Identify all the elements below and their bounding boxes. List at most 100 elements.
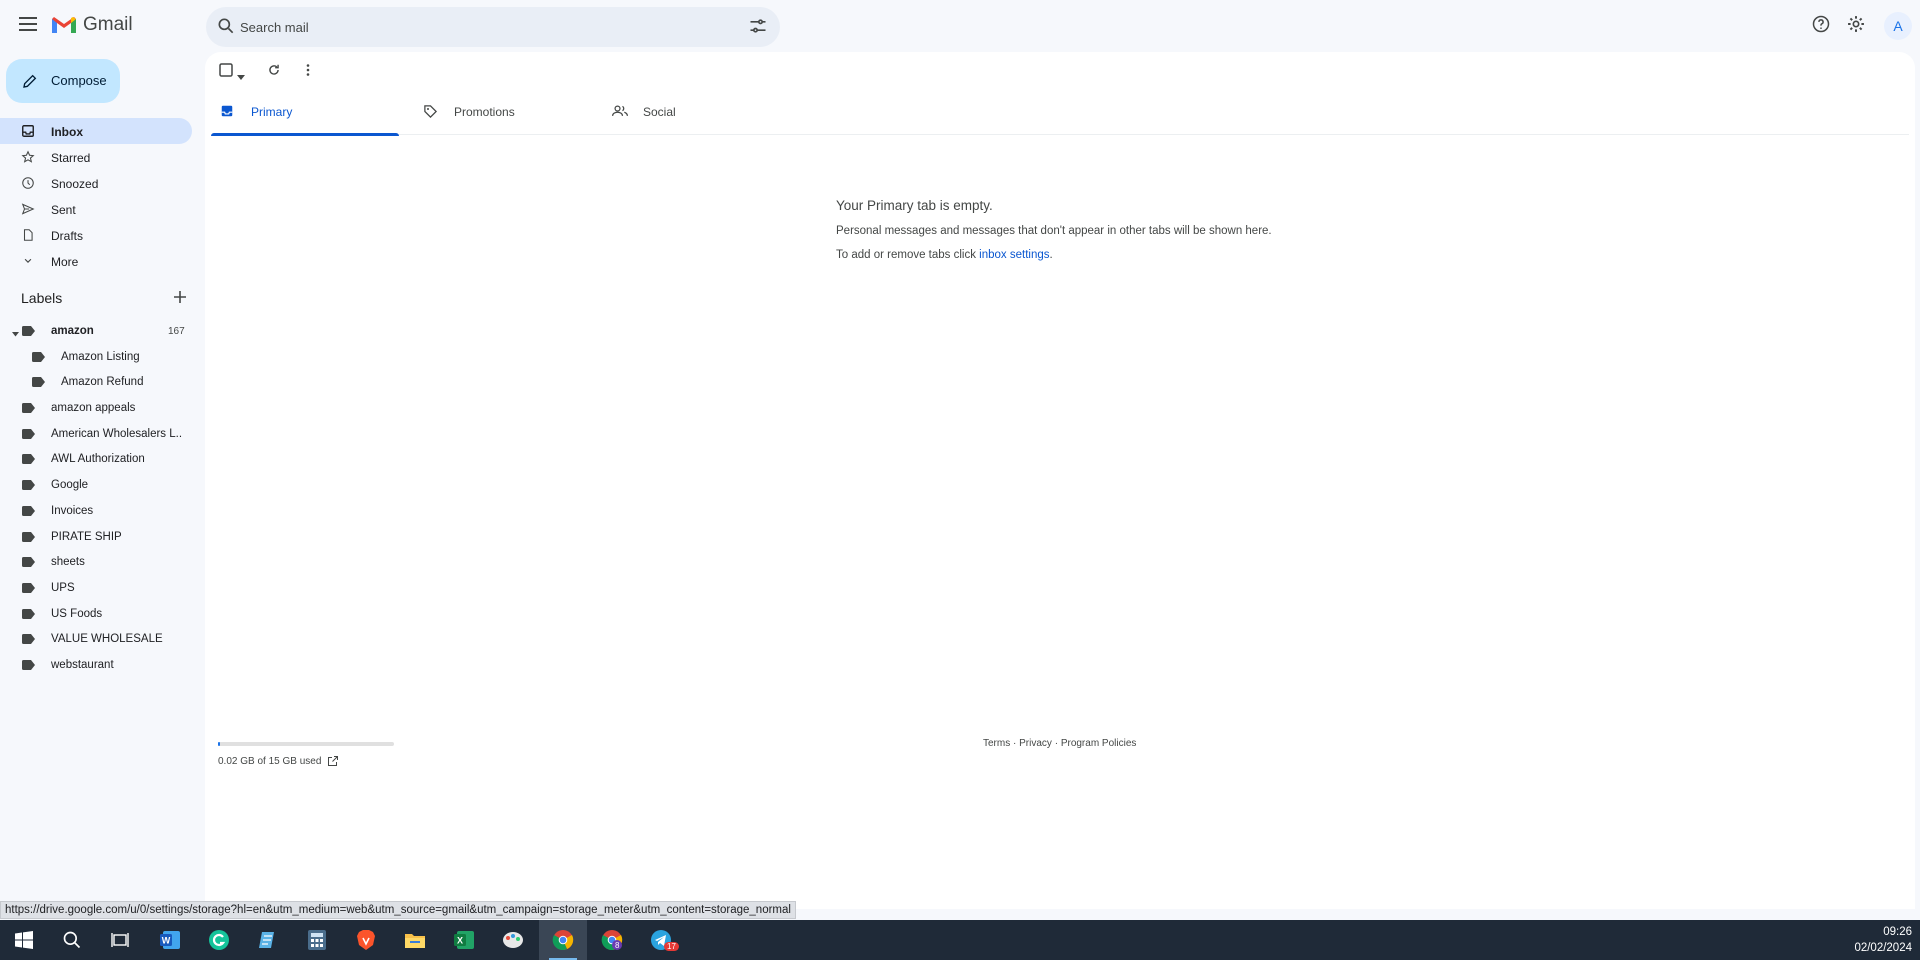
label-tag-icon: [22, 634, 35, 647]
tab-label: Social: [643, 105, 676, 119]
footer-separator: ·: [1051, 738, 1061, 749]
sidebar-item-drafts[interactable]: Drafts: [0, 222, 192, 248]
label-tag-icon: [22, 531, 35, 545]
label-item[interactable]: PIRATE SHIP: [0, 524, 192, 550]
search-icon[interactable]: [216, 16, 236, 41]
sidebar-item-more[interactable]: More: [0, 248, 192, 274]
inbox-tabs: Primary Promotions Social: [211, 90, 1909, 136]
main-menu-icon[interactable]: [16, 12, 40, 36]
brave-icon[interactable]: [342, 920, 390, 960]
word-icon[interactable]: W: [146, 920, 194, 960]
label-item[interactable]: UPS: [0, 575, 192, 601]
label-text: Google: [51, 479, 89, 492]
sidebar-item-inbox[interactable]: Inbox: [0, 118, 192, 144]
file-explorer-icon[interactable]: [391, 920, 439, 960]
labels-heading: Labels: [21, 290, 63, 306]
sidebar-item-snoozed[interactable]: Snoozed: [0, 170, 192, 196]
system-clock[interactable]: 09:26 02/02/2024: [1854, 924, 1912, 956]
compose-button[interactable]: Compose: [6, 59, 120, 103]
telegram-badge: 17: [664, 942, 679, 951]
refresh-icon[interactable]: [267, 63, 281, 82]
grammarly-icon[interactable]: [195, 920, 243, 960]
label-text: PIRATE SHIP: [51, 530, 122, 543]
telegram-icon[interactable]: 17: [637, 920, 685, 960]
svg-text:X: X: [457, 936, 463, 946]
add-label-icon[interactable]: [173, 290, 187, 307]
caret-down-icon[interactable]: [12, 328, 19, 340]
program-policies-link[interactable]: Program Policies: [1061, 738, 1137, 749]
notepad-icon[interactable]: [244, 920, 292, 960]
avatar-initial: A: [1893, 18, 1903, 34]
inbox-settings-link[interactable]: inbox settings: [979, 249, 1049, 261]
open-external-icon[interactable]: [327, 754, 339, 772]
label-count: 167: [168, 326, 185, 337]
account-avatar[interactable]: A: [1884, 12, 1912, 40]
label-tag-icon: [32, 377, 45, 390]
gmail-logo[interactable]: Gmail: [51, 14, 133, 36]
select-dropdown-icon[interactable]: [237, 68, 245, 86]
labels-list: amazon 167 Amazon Listing Amazon Refund amaz…: [0, 318, 192, 678]
pencil-icon: [23, 74, 37, 88]
chrome-profile-icon[interactable]: 8: [588, 920, 636, 960]
privacy-link[interactable]: Privacy: [1019, 738, 1052, 749]
compose-label: Compose: [51, 73, 107, 88]
label-text: webstaurant: [51, 658, 114, 671]
label-item[interactable]: amazon 167: [0, 318, 192, 344]
calculator-icon[interactable]: [293, 920, 341, 960]
tab-label: Primary: [251, 105, 293, 119]
label-item[interactable]: Invoices: [0, 498, 192, 524]
search-bar[interactable]: [206, 7, 780, 47]
label-item[interactable]: amazon appeals: [0, 395, 192, 421]
empty-hint-suffix: .: [1049, 249, 1053, 261]
sidebar-item-label: Starred: [51, 151, 91, 165]
people-icon: [612, 105, 628, 116]
windows-start-icon[interactable]: [0, 920, 48, 960]
sidebar-item-sent[interactable]: Sent: [0, 196, 192, 222]
sidebar-item-starred[interactable]: Starred: [0, 144, 192, 170]
label-item[interactable]: VALUE WHOLESALE: [0, 626, 192, 652]
sidebar-nav: Inbox Starred Snoozed Sent Drafts More: [0, 118, 192, 274]
search-input[interactable]: [240, 7, 700, 47]
help-icon[interactable]: [1811, 14, 1833, 36]
label-item[interactable]: American Wholesalers L...: [0, 421, 192, 447]
tab-primary[interactable]: Primary: [211, 90, 399, 136]
label-text: AWL Authorization: [51, 453, 145, 466]
terms-link[interactable]: Terms: [983, 738, 1010, 749]
clock-time: 09:26: [1883, 926, 1912, 938]
tab-promotions[interactable]: Promotions: [414, 90, 602, 135]
tab-social[interactable]: Social: [603, 90, 791, 135]
labels-header: Labels: [21, 290, 187, 310]
more-options-icon[interactable]: [301, 63, 315, 82]
label-tag-icon: [22, 480, 35, 493]
label-item[interactable]: webstaurant: [0, 652, 192, 678]
label-text: sheets: [51, 556, 85, 569]
label-tag-icon: [22, 557, 35, 570]
label-item[interactable]: Amazon Refund: [0, 369, 192, 395]
inbox-icon: [22, 125, 34, 137]
sidebar-item-label: Sent: [51, 203, 76, 217]
paint-icon[interactable]: [489, 920, 537, 960]
search-icon[interactable]: [48, 920, 96, 960]
tag-icon: [424, 105, 438, 119]
storage-text[interactable]: 0.02 GB of 15 GB used: [218, 756, 321, 767]
label-item[interactable]: AWL Authorization: [0, 446, 192, 472]
label-item[interactable]: Google: [0, 472, 192, 498]
label-text: American Wholesalers L...: [51, 427, 183, 440]
empty-description: Personal messages and messages that don'…: [836, 225, 1272, 237]
label-item[interactable]: Amazon Listing: [0, 344, 192, 370]
search-options-icon[interactable]: [748, 16, 768, 41]
empty-state: Your Primary tab is empty. Personal mess…: [836, 198, 1336, 261]
sidebar-item-label: Drafts: [51, 229, 84, 243]
task-view-icon[interactable]: [96, 920, 144, 960]
excel-icon[interactable]: X: [440, 920, 488, 960]
chrome-icon[interactable]: [539, 920, 587, 960]
select-all-checkbox[interactable]: [219, 63, 233, 82]
label-text: amazon appeals: [51, 402, 136, 415]
label-item[interactable]: US Foods: [0, 601, 192, 627]
label-item[interactable]: sheets: [0, 549, 192, 575]
settings-gear-icon[interactable]: [1846, 14, 1868, 36]
label-text: Invoices: [51, 504, 94, 517]
star-icon: [21, 150, 35, 163]
clock-date: 02/02/2024: [1854, 942, 1912, 954]
sidebar-item-label: Snoozed: [51, 177, 99, 191]
